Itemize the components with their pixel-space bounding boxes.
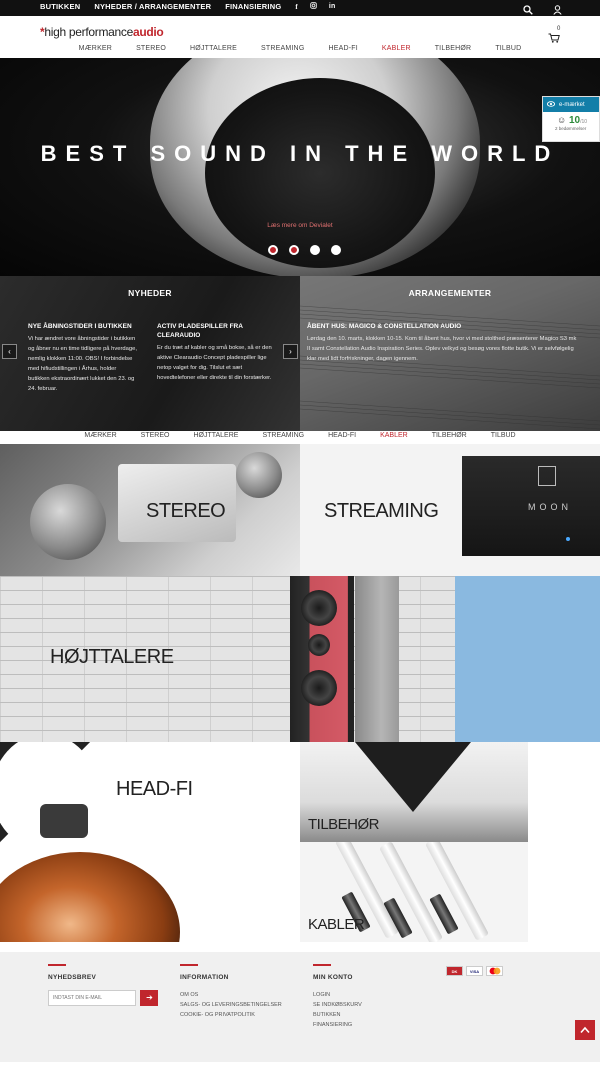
- payment-cards: DK VISA: [446, 966, 503, 976]
- footer-link-om-os[interactable]: OM OS: [180, 990, 282, 1000]
- subnav-hojttalere[interactable]: HØJTTALERE: [181, 432, 250, 444]
- linkedin-icon[interactable]: in: [329, 3, 336, 10]
- slide-dot-3[interactable]: [310, 245, 320, 255]
- newsletter-email-input[interactable]: [48, 990, 136, 1006]
- news-item-title: ACTIV PLADESPILLER FRA CLEARAUDIO: [157, 323, 243, 339]
- footer-link-cookie[interactable]: COOKIE- OG PRIVATPOLITIK: [180, 1010, 282, 1020]
- category-tile-headfi[interactable]: HEAD-FI: [0, 742, 300, 942]
- footer-newsletter-title: NYHEDSBREV: [48, 974, 97, 981]
- visa-icon: VISA: [466, 966, 483, 976]
- top-link-butikken[interactable]: BUTIKKEN: [40, 2, 80, 11]
- news-item[interactable]: ACTIV PLADESPILLER FRA CLEARAUDIO Er du …: [157, 322, 277, 383]
- hero-link[interactable]: Læs mere om Devialet: [0, 222, 600, 229]
- logo-suffix: audio: [132, 25, 164, 39]
- slider-dots: [268, 245, 341, 255]
- subnav-stereo[interactable]: STEREO: [129, 432, 182, 444]
- footer-link-cart[interactable]: SE INDKØBSKURV: [313, 1000, 362, 1010]
- footer-link-salgsbetingelser[interactable]: SALGS- OG LEVERINGSBETINGELSER: [180, 1000, 282, 1010]
- subnav-headfi[interactable]: HEAD-FI: [316, 432, 368, 444]
- social-links: f in: [295, 2, 335, 11]
- news-item-body: Vi har ændret vore åbningstider i butikk…: [28, 336, 137, 392]
- nav-stereo[interactable]: STEREO: [124, 45, 178, 52]
- category-label-headfi: HEAD-FI: [116, 778, 193, 800]
- emaerket-badge[interactable]: e-mærket ☺ 10/10 2 bedømmelser: [542, 96, 600, 142]
- subnav-tilbud[interactable]: TILBUD: [479, 432, 528, 444]
- category-tile-empty: [528, 742, 600, 942]
- eye-icon: [546, 100, 556, 109]
- nav-streaming[interactable]: STREAMING: [249, 45, 316, 52]
- news-prev-button[interactable]: ‹: [2, 344, 17, 359]
- top-link-finansiering[interactable]: FINANSIERING: [225, 2, 281, 11]
- news-title: NYHEDER: [128, 288, 172, 298]
- top-links: BUTIKKEN NYHEDER / ARRANGEMENTER FINANSI…: [40, 2, 336, 11]
- category-label-kabler: KABLER: [308, 916, 365, 933]
- footer-link-butikken[interactable]: BUTIKKEN: [313, 1010, 362, 1020]
- footer-information-title: INFORMATION: [180, 974, 229, 981]
- category-label-tilbehor: TILBEHØR: [308, 816, 380, 833]
- footer-information: INFORMATION OM OS SALGS- OG LEVERINGSBET…: [180, 964, 282, 1020]
- smiley-icon: ☺: [557, 115, 567, 125]
- site-header: *high performanceaudio 0 MÆRKER STEREO H…: [0, 16, 600, 58]
- instagram-icon[interactable]: [310, 2, 317, 11]
- nav-maerker[interactable]: MÆRKER: [67, 45, 124, 52]
- nav-kabler[interactable]: KABLER: [370, 45, 423, 52]
- slide-dot-1[interactable]: [268, 245, 278, 255]
- footer-account-title: MIN KONTO: [313, 974, 353, 981]
- news-item-body: Er du træt af kabler og små bokse, så er…: [157, 345, 272, 381]
- scroll-to-top-button[interactable]: [575, 1020, 595, 1040]
- category-label-streaming: STREAMING: [324, 500, 439, 522]
- footer-link-login[interactable]: LOGIN: [313, 990, 362, 1000]
- category-tile-tilbehor[interactable]: TILBEHØR: [300, 742, 528, 842]
- main-nav: MÆRKER STEREO HØJTTALERE STREAMING HEAD-…: [0, 45, 600, 52]
- category-tile-stereo[interactable]: STEREO: [0, 444, 300, 576]
- dankort-icon: DK: [446, 966, 463, 976]
- news-item[interactable]: NYE ÅBNINGSTIDER I BUTIKKEN Vi har ændre…: [28, 322, 138, 394]
- footer-newsletter: NYHEDSBREV ➔: [48, 964, 159, 1008]
- newsletter-submit-button[interactable]: ➔: [140, 990, 159, 1006]
- slide-dot-4[interactable]: [331, 245, 341, 255]
- events-title: ARRANGEMENTER: [408, 288, 492, 298]
- mastercard-icon: [486, 966, 503, 976]
- news-item-title: NYE ÅBNINGSTIDER I BUTIKKEN: [28, 323, 132, 330]
- category-tile-blank: [455, 576, 600, 742]
- slide-dot-2[interactable]: [289, 245, 299, 255]
- emaerket-score-max: /10: [580, 119, 588, 125]
- event-item-body: Lørdag den 10. marts, klokken 10-15. Kom…: [307, 336, 577, 362]
- subnav-kabler[interactable]: KABLER: [368, 432, 420, 444]
- emaerket-score: 10: [568, 115, 581, 126]
- footer: NYHEDSBREV ➔ INFORMATION OM OS SALGS- OG…: [0, 952, 600, 1062]
- category-label-stereo: STEREO: [146, 500, 226, 522]
- subnav-tilbehor[interactable]: TILBEHØR: [420, 432, 479, 444]
- chevron-up-icon: [580, 1026, 590, 1034]
- footer-link-finansiering[interactable]: FINANSIERING: [313, 1020, 362, 1030]
- event-item[interactable]: ÅBENT HUS: MAGICO & CONSTELLATION AUDIO …: [307, 322, 577, 364]
- top-bar: BUTIKKEN NYHEDER / ARRANGEMENTER FINANSI…: [0, 0, 600, 16]
- logo[interactable]: *high performanceaudio: [40, 25, 164, 39]
- subnav-maerker[interactable]: MÆRKER: [72, 432, 128, 444]
- facebook-icon[interactable]: f: [295, 3, 298, 11]
- event-item-title: ÅBENT HUS: MAGICO & CONSTELLATION AUDIO: [307, 323, 462, 330]
- nav-tilbud[interactable]: TILBUD: [483, 45, 533, 52]
- category-label-hojttalere: HØJTTALERE: [50, 646, 174, 668]
- hero-title: BEST SOUND IN THE WORLD: [40, 141, 560, 166]
- secondary-nav: MÆRKER STEREO HØJTTALERE STREAMING HEAD-…: [0, 432, 600, 444]
- speaker-face: [205, 78, 435, 268]
- moon-brand: MOON: [528, 502, 572, 512]
- top-link-nyheder[interactable]: NYHEDER / ARRANGEMENTER: [94, 2, 211, 11]
- news-next-button[interactable]: ›: [283, 344, 298, 359]
- emaerket-label: e-mærket: [559, 101, 585, 108]
- nav-hojttalere[interactable]: HØJTTALERE: [178, 45, 249, 52]
- nav-headfi[interactable]: HEAD-FI: [316, 45, 369, 52]
- subnav-streaming[interactable]: STREAMING: [250, 432, 316, 444]
- category-tile-streaming[interactable]: MOON STREAMING: [300, 444, 600, 576]
- footer-account: MIN KONTO LOGIN SE INDKØBSKURV BUTIKKEN …: [313, 964, 362, 1030]
- logo-prefix: high performance: [44, 25, 133, 39]
- emaerket-reviews: 2 bedømmelser: [555, 126, 587, 131]
- category-tile-hojttalere[interactable]: HØJTTALERE: [0, 576, 455, 742]
- nav-tilbehor[interactable]: TILBEHØR: [423, 45, 484, 52]
- category-tile-kabler[interactable]: KABLER: [300, 842, 528, 942]
- moon-logo-icon: [538, 466, 556, 486]
